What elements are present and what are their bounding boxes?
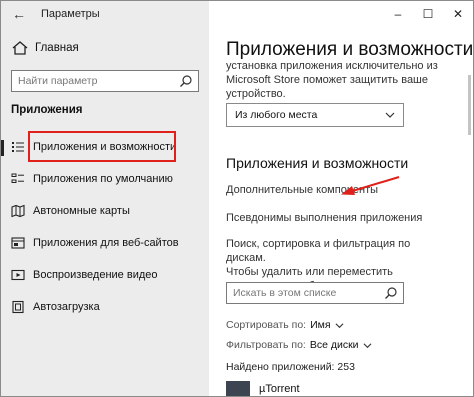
page-title: Приложения и возможности (226, 39, 474, 60)
sidebar-item-label: Приложения для веб-сайтов (33, 237, 179, 249)
window-controls: – ☐ ✕ (383, 1, 473, 29)
search-icon (180, 75, 192, 87)
intro-line: Microsoft Store поможет защитить ваше (226, 74, 429, 86)
filter-by-control[interactable]: Фильтровать по: Все диски (226, 339, 372, 351)
intro-line: установка приложения исключительно из (226, 60, 438, 72)
sidebar-item-offline-maps[interactable]: Автономные карты (1, 199, 209, 225)
window-title: Параметры (41, 8, 100, 20)
sidebar-item-video-playback[interactable]: Воспроизведение видео (1, 263, 209, 289)
home-label: Главная (35, 42, 79, 54)
sidebar-item-label: Автозагрузка (33, 301, 100, 313)
sidebar-item-label: Воспроизведение видео (33, 269, 158, 281)
app-list-search-input[interactable]: Искать в этом списке (226, 282, 404, 304)
app-list-item[interactable]: µTorrent (226, 381, 300, 396)
install-source-description: установка приложения исключительно из Mi… (226, 59, 456, 101)
settings-search-input[interactable]: Найти параметр (11, 70, 199, 92)
description-line: Поиск, сортировка и фильтрация по дискам… (226, 238, 411, 264)
selected-item-highlight (28, 131, 176, 162)
apps-features-icon (12, 142, 24, 152)
minimize-button[interactable]: – (383, 1, 413, 29)
main-content: Приложения и возможности установка прило… (209, 1, 473, 396)
offline-maps-icon (11, 204, 25, 218)
install-source-dropdown[interactable]: Из любого места (226, 103, 404, 127)
utorrent-app-icon (226, 381, 250, 396)
settings-window: Главная Найти параметр Приложения Прилож… (0, 0, 474, 397)
sidebar-item-startup[interactable]: Автозагрузка (1, 295, 209, 321)
sidebar-item-apps-for-websites[interactable]: Приложения для веб-сайтов (1, 231, 209, 257)
maximize-button[interactable]: ☐ (413, 1, 443, 29)
filter-label: Фильтровать по: (226, 339, 306, 351)
sort-value: Имя (310, 319, 331, 331)
search-icon (385, 287, 397, 299)
close-button[interactable]: ✕ (443, 1, 473, 29)
video-playback-icon (11, 269, 25, 281)
sidebar-item-label: Приложения по умолчанию (33, 173, 173, 185)
scrollbar[interactable] (468, 75, 471, 135)
section-heading: Приложения и возможности (226, 155, 409, 171)
settings-search-placeholder: Найти параметр (18, 75, 98, 87)
filter-value: Все диски (309, 339, 359, 351)
home-link[interactable]: Главная (11, 40, 79, 56)
default-apps-icon (11, 173, 24, 183)
home-icon (12, 41, 28, 55)
apps-for-websites-icon (11, 237, 25, 249)
sidebar: Главная Найти параметр Приложения Прилож… (1, 1, 209, 396)
apps-found-count: Найдено приложений: 253 (226, 361, 355, 373)
selected-indicator (1, 140, 4, 156)
intro-line: устройство. (226, 88, 286, 100)
app-execution-aliases-link[interactable]: Псевдонимы выполнения приложения (226, 212, 422, 224)
chevron-down-icon (363, 342, 372, 348)
sidebar-section-title: Приложения (11, 104, 83, 116)
chevron-down-icon (385, 112, 395, 118)
install-source-value: Из любого места (235, 109, 318, 121)
app-list-search-placeholder: Искать в этом списке (233, 287, 337, 299)
title-bar: ← Параметры – ☐ ✕ (1, 1, 473, 29)
startup-icon (12, 300, 24, 314)
sidebar-item-label: Автономные карты (33, 205, 130, 217)
chevron-down-icon (335, 322, 344, 328)
sort-by-control[interactable]: Сортировать по: Имя (226, 319, 344, 331)
sidebar-item-default-apps[interactable]: Приложения по умолчанию (1, 167, 209, 193)
annotation-arrow-icon (341, 176, 400, 195)
back-arrow-icon[interactable]: ← (12, 6, 26, 22)
app-name: µTorrent (259, 383, 300, 395)
sort-label: Сортировать по: (226, 319, 307, 331)
